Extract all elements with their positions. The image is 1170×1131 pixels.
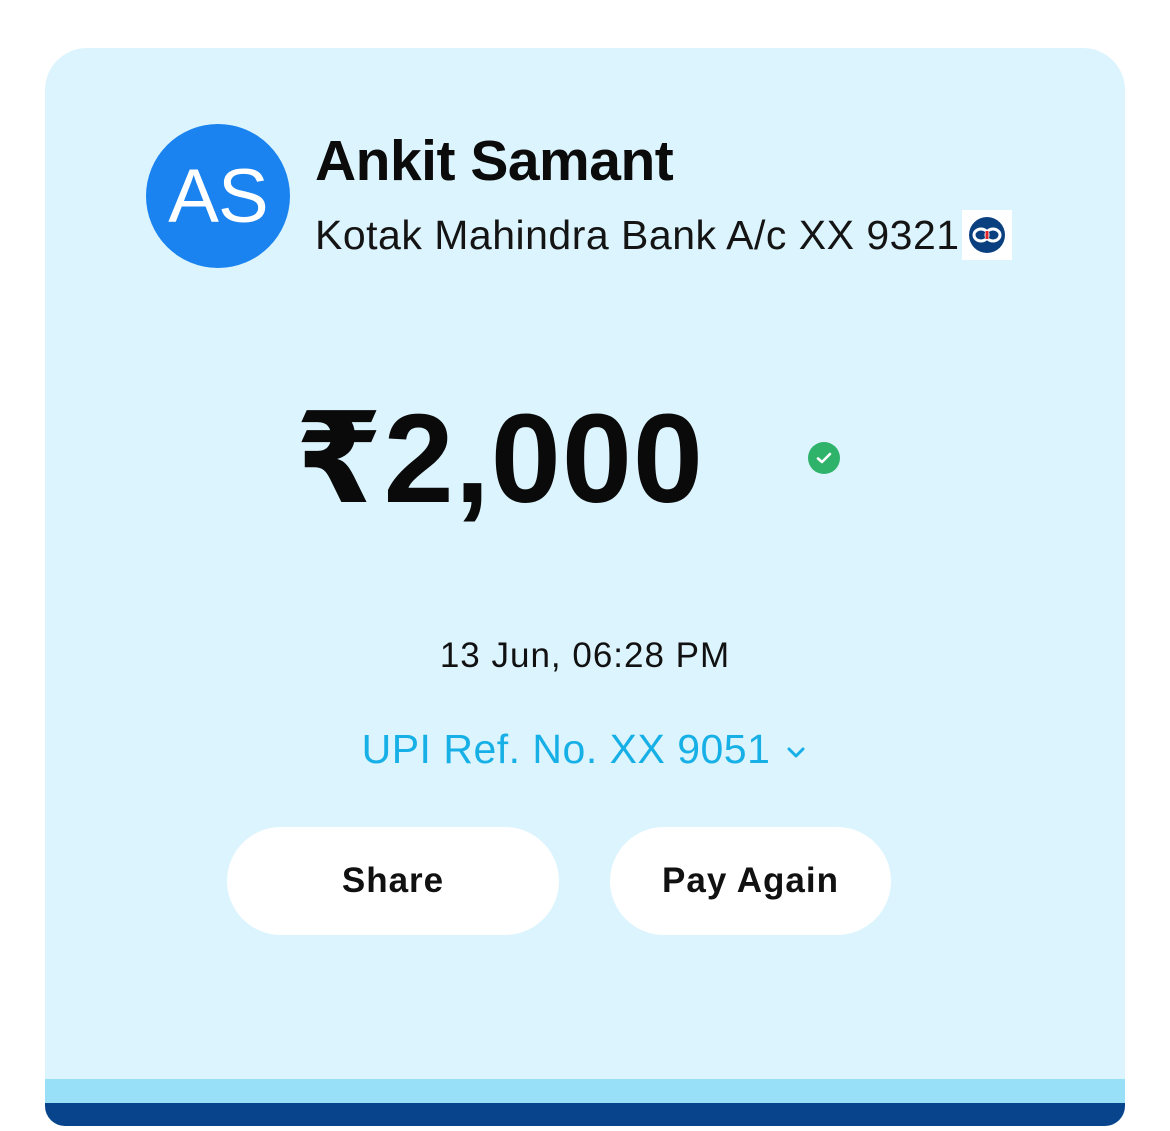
upi-ref-text: UPI Ref. No. XX 9051 xyxy=(361,726,771,772)
chevron-down-icon xyxy=(787,747,805,757)
upi-ref-toggle[interactable]: UPI Ref. No. XX 9051 xyxy=(45,726,1125,773)
transaction-datetime: 13 Jun, 06:28 PM xyxy=(439,636,731,675)
amount: ₹2,000 xyxy=(295,388,704,529)
share-button[interactable]: Share xyxy=(227,827,559,935)
payee-name: Ankit Samant xyxy=(315,129,674,193)
transaction-card: AS Ankit Samant Kotak Mahindra Bank A/c … xyxy=(45,48,1125,1126)
avatar: AS xyxy=(146,124,290,268)
bank-account-row: Kotak Mahindra Bank A/c XX 9321 xyxy=(315,210,1012,260)
bank-account-text: Kotak Mahindra Bank A/c XX 9321 xyxy=(315,211,960,258)
kotak-bank-logo-icon xyxy=(961,210,1012,260)
pay-again-button[interactable]: Pay Again xyxy=(610,827,891,935)
success-check-icon xyxy=(807,441,841,475)
decorative-band-light xyxy=(45,1079,1125,1103)
decorative-band-dark xyxy=(45,1103,1125,1126)
